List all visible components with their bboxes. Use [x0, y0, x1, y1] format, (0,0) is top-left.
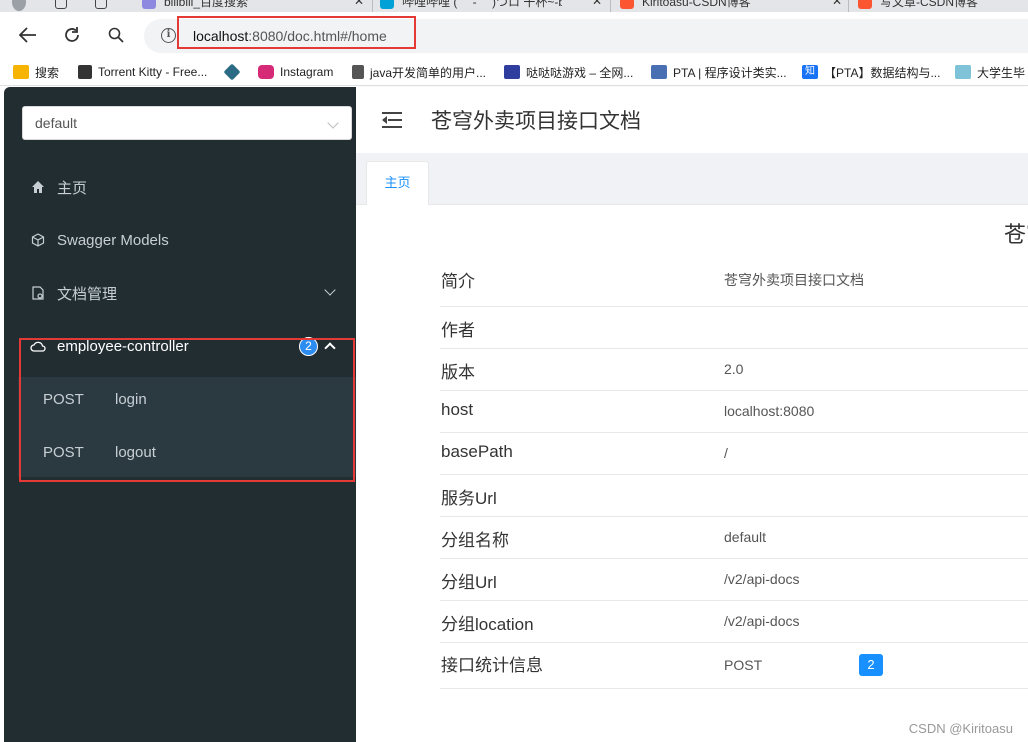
graduation-icon	[955, 65, 971, 79]
table-row: 分组名称 default	[440, 517, 1028, 559]
search-icon[interactable]	[104, 23, 128, 47]
page-header: 苍穹外卖项目接口文档	[356, 87, 1028, 153]
sidebar-item-label: 文档管理	[57, 285, 118, 303]
tab-favicon-icon	[142, 0, 156, 9]
row-key: 作者	[441, 321, 475, 340]
bookmark-item[interactable]	[223, 63, 244, 81]
row-value: 苍穹外卖项目接口文档	[724, 272, 864, 288]
browser-tab[interactable]: 写文章-CSDN博客	[858, 0, 1028, 12]
zhihu-icon: 知	[802, 65, 818, 79]
table-row: basePath /	[440, 433, 1028, 475]
reload-icon[interactable]	[60, 23, 84, 47]
table-row: 作者	[440, 307, 1028, 349]
row-value: /	[724, 445, 728, 461]
row-value: POST	[724, 657, 763, 673]
bookmark-item[interactable]: Instagram	[258, 63, 333, 81]
row-value: /v2/api-docs	[724, 613, 800, 629]
chevron-down-icon	[324, 284, 336, 296]
sidebar-item-home[interactable]: 主页	[4, 167, 356, 207]
document-settings-icon	[32, 286, 44, 300]
game-icon	[504, 65, 520, 79]
group-select-value: default	[35, 115, 78, 131]
doc-heading: 苍穹外卖项目接口文档	[1004, 222, 1028, 247]
row-value: localhost:8080	[724, 403, 815, 419]
tab-close-icon[interactable]: ✕	[592, 0, 602, 8]
bookmarks-bar: 搜索 Torrent Kitty - Free... Instagram jav…	[0, 58, 1028, 86]
browser-tab[interactable]: 哔哩哔哩 ( ゜- ゜)つロ 干杯~-bilibili ✕	[380, 0, 602, 12]
table-row: 接口统计信息 POST 2	[440, 643, 1028, 689]
row-key: 分组Url	[441, 573, 497, 592]
page-title: 苍穹外卖项目接口文档	[431, 110, 641, 133]
watermark: CSDN @Kiritoasu	[908, 721, 1013, 736]
tab-title: 写文章-CSDN博客	[880, 0, 978, 9]
menu-collapse-icon[interactable]	[382, 110, 404, 130]
sidebar-item-swagger-models[interactable]: Swagger Models	[4, 220, 356, 260]
sidebar-item-doc-management[interactable]: 文档管理	[4, 273, 356, 313]
table-row: host localhost:8080	[440, 391, 1028, 433]
tab-home[interactable]: 主页	[366, 161, 429, 205]
row-key: 分组名称	[441, 531, 509, 550]
bookmark-item[interactable]: PTA | 程序设计类实...	[651, 63, 787, 81]
table-row: 服务Url	[440, 475, 1028, 517]
row-key: basePath	[441, 442, 513, 461]
cube-icon	[31, 233, 45, 247]
tab-close-icon[interactable]: ✕	[832, 0, 842, 8]
tab-favicon-icon	[620, 0, 634, 9]
row-value: /v2/api-docs	[724, 571, 800, 587]
compass-icon	[223, 63, 241, 81]
tab-groups-icon[interactable]	[55, 0, 75, 12]
browser-tab[interactable]: bilibili_百度搜索 ✕	[142, 0, 364, 12]
api-stat-count-badge: 2	[859, 654, 883, 676]
sidebar-item-label: 主页	[57, 179, 88, 197]
row-key: 简介	[441, 272, 475, 291]
bookmark-item[interactable]: Torrent Kitty - Free...	[78, 63, 207, 81]
url-highlight-box	[177, 16, 416, 49]
tab-title: 哔哩哔哩 ( ゜- ゜)つロ 干杯~-bilibili	[402, 0, 562, 9]
row-key: host	[441, 400, 474, 419]
browser-tab-strip: bilibili_百度搜索 ✕ 哔哩哔哩 ( ゜- ゜)つロ 干杯~-bilib…	[0, 0, 1028, 12]
browser-toolbar: i localhost:8080/doc.html#/home	[0, 12, 1028, 58]
sidebar-item-label: Swagger Models	[57, 231, 169, 249]
home-icon	[32, 181, 44, 193]
bookmark-item[interactable]: 搜索	[13, 63, 59, 81]
row-value: 2.0	[724, 361, 744, 377]
table-row: 分组Url /v2/api-docs	[440, 559, 1028, 601]
bookmark-item[interactable]: java开发简单的用户...	[352, 63, 486, 81]
group-select[interactable]: default	[22, 106, 352, 140]
bookmark-item[interactable]: 大学生毕	[955, 63, 1025, 81]
tab-title: Kiritoasu-CSDN博客	[642, 0, 751, 9]
controller-highlight-box	[19, 338, 355, 482]
row-key: 版本	[441, 363, 475, 382]
row-key: 分组location	[441, 615, 534, 634]
bookmark-item[interactable]: 哒哒哒游戏 – 全网...	[504, 63, 633, 81]
pta-icon	[651, 65, 667, 79]
folder-icon	[13, 65, 29, 79]
back-arrow-icon[interactable]	[16, 23, 40, 47]
row-key: 服务Url	[441, 489, 497, 508]
table-row: 分组location /v2/api-docs	[440, 601, 1028, 643]
table-row: 简介 苍穹外卖项目接口文档	[440, 257, 1028, 307]
tab-favicon-icon	[380, 0, 394, 9]
tab-actions-icon[interactable]	[95, 0, 115, 12]
doc-tabs-bar: 主页	[356, 153, 1028, 205]
tab-close-icon[interactable]: ✕	[354, 0, 364, 8]
browser-tab[interactable]: Kiritoasu-CSDN博客 ✕	[620, 0, 842, 12]
bookmark-item[interactable]: 知【PTA】数据结构与...	[802, 63, 940, 81]
chevron-down-icon	[327, 117, 339, 129]
main-content: 苍穹外卖项目接口文档 主页 苍穹外卖项目接口文档 简介 苍穹外卖项目接口文档 作…	[356, 87, 1028, 742]
table-row: 版本 2.0	[440, 349, 1028, 391]
instagram-icon	[258, 65, 274, 79]
tab-favicon-icon	[858, 0, 872, 9]
row-key: 接口统计信息	[441, 656, 543, 675]
tab-title: bilibili_百度搜索	[164, 0, 249, 9]
profile-avatar[interactable]	[12, 0, 34, 12]
site-info-icon[interactable]: i	[161, 28, 176, 43]
knife4j-app: default 主页 Swagger Models 文档管理 employee-…	[0, 87, 1028, 742]
row-value: default	[724, 529, 767, 545]
page-icon	[352, 65, 364, 79]
kitty-icon	[78, 65, 92, 79]
